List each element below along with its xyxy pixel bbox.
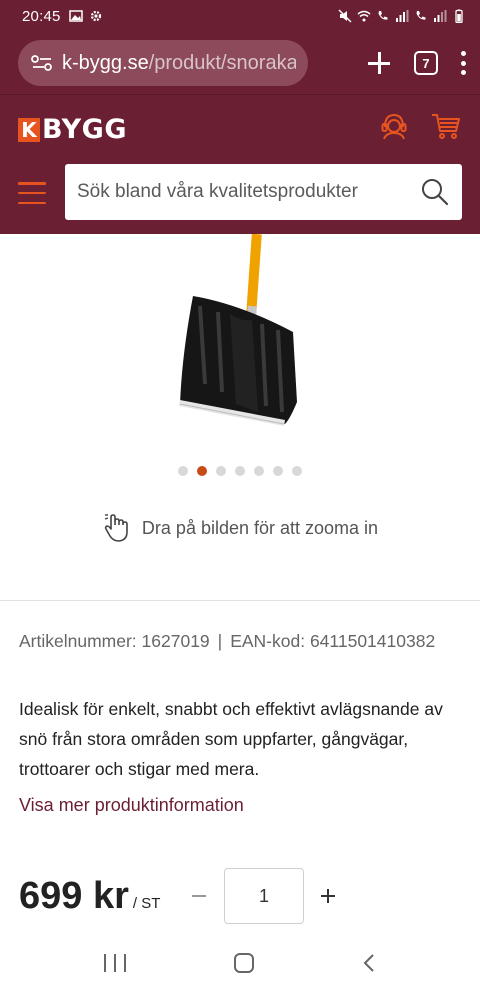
carousel-dot[interactable] bbox=[197, 466, 207, 476]
price-unit: / ST bbox=[132, 894, 161, 912]
signal-1-icon bbox=[396, 10, 409, 22]
image-carousel-dots bbox=[0, 466, 480, 476]
quantity-stepper: 1 bbox=[189, 866, 339, 926]
ean-code: EAN-kod: 6411501410382 bbox=[230, 631, 436, 651]
volte-call-2-icon bbox=[416, 11, 426, 20]
search-input[interactable] bbox=[77, 181, 420, 203]
battery-icon bbox=[455, 9, 463, 23]
info-separator: | bbox=[217, 631, 223, 651]
gallery-icon bbox=[68, 10, 83, 22]
article-number: Artikelnummer: 1627019 bbox=[19, 631, 210, 651]
carousel-dot[interactable] bbox=[235, 466, 245, 476]
url-path: /produkt/snoraka bbox=[148, 51, 296, 74]
wifi-icon bbox=[357, 10, 371, 22]
search-icon[interactable] bbox=[420, 177, 450, 207]
home-icon[interactable] bbox=[234, 952, 254, 973]
price-row: 699 kr / ST 1 bbox=[19, 866, 464, 926]
quantity-input[interactable]: 1 bbox=[224, 868, 304, 924]
url-domain: k-bygg.se bbox=[62, 51, 149, 74]
product-description: Idealisk för enkelt, snabbt och effektiv… bbox=[19, 699, 443, 779]
carousel-dot[interactable] bbox=[178, 466, 188, 476]
mute-icon bbox=[338, 9, 352, 23]
product-image[interactable] bbox=[0, 234, 480, 444]
volte-call-icon bbox=[378, 11, 388, 20]
hand-drag-icon bbox=[104, 514, 128, 542]
decrease-quantity-button[interactable] bbox=[189, 881, 209, 911]
signal-2-icon bbox=[434, 10, 447, 22]
zoom-hint: Dra på bilden för att zooma in bbox=[0, 512, 480, 544]
search-box bbox=[65, 164, 462, 220]
increase-quantity-button[interactable] bbox=[318, 886, 338, 906]
site-header: K BYGG bbox=[0, 94, 480, 234]
logo-text: BYGG bbox=[42, 114, 127, 145]
system-navigation-bar bbox=[0, 938, 480, 987]
menu-hamburger-icon[interactable] bbox=[18, 182, 46, 204]
site-settings-icon[interactable] bbox=[30, 53, 54, 73]
carousel-dot[interactable] bbox=[292, 466, 302, 476]
tab-switcher-button[interactable]: 7 bbox=[414, 51, 438, 75]
status-bar: 20:45 bbox=[0, 0, 480, 32]
carousel-dot[interactable] bbox=[216, 466, 226, 476]
shopping-cart-icon[interactable] bbox=[430, 110, 462, 142]
kbygg-logo[interactable]: K BYGG bbox=[18, 114, 127, 145]
product-price: 699 kr bbox=[19, 874, 129, 917]
status-time: 20:45 bbox=[22, 7, 61, 25]
address-bar[interactable]: k-bygg.se/produkt/snoraka bbox=[18, 40, 308, 86]
zoom-hint-text: Dra på bilden för att zooma in bbox=[141, 517, 379, 538]
section-divider bbox=[0, 600, 480, 601]
carousel-dot[interactable] bbox=[273, 466, 283, 476]
browser-menu-icon[interactable] bbox=[460, 51, 466, 75]
url-text: k-bygg.se/produkt/snoraka bbox=[62, 52, 296, 75]
more-product-info-link[interactable]: Visa mer produktinformation bbox=[19, 795, 244, 816]
browser-toolbar: k-bygg.se/produkt/snoraka 7 bbox=[0, 32, 480, 94]
new-tab-button[interactable] bbox=[366, 50, 392, 76]
recent-apps-icon[interactable] bbox=[104, 953, 126, 972]
logo-mark: K bbox=[18, 117, 40, 142]
customer-service-icon[interactable] bbox=[378, 110, 410, 142]
settings-icon bbox=[90, 10, 101, 22]
back-icon[interactable] bbox=[362, 953, 376, 973]
carousel-dot[interactable] bbox=[254, 466, 264, 476]
article-info: Artikelnummer: 1627019 | EAN-kod: 64115014… bbox=[19, 631, 435, 652]
